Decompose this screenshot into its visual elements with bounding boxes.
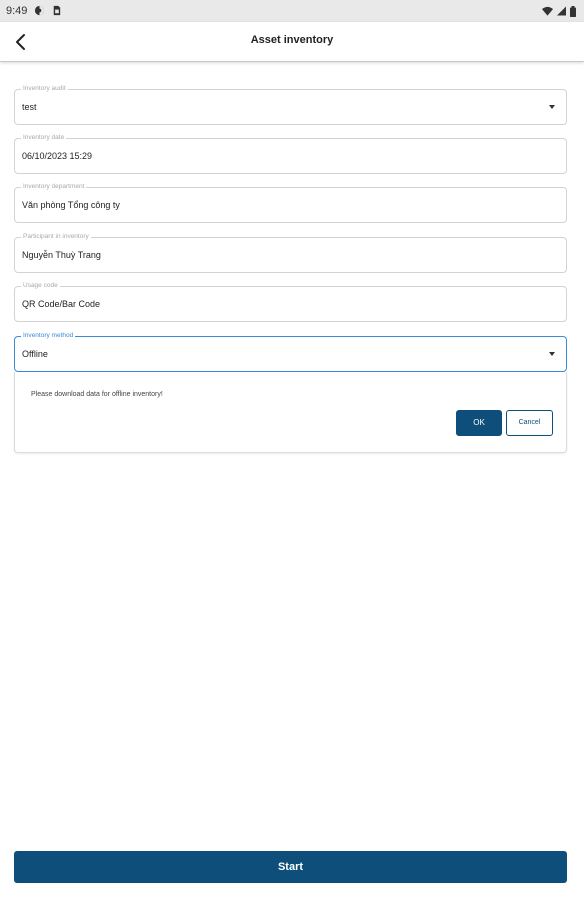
sim-card-icon [53, 5, 61, 16]
status-time: 9:49 [6, 5, 28, 17]
cancel-button[interactable]: Cancel [506, 410, 553, 436]
usage-code-value: QR Code/Bar Code [22, 299, 101, 309]
usage-code-field[interactable]: Usage code QR Code/Bar Code [14, 282, 567, 322]
app-bar: Asset inventory [0, 22, 584, 62]
status-bar: 9:49 [0, 0, 584, 22]
inventory-date-label: Inventory date [21, 134, 67, 142]
participant-field[interactable]: Participant in inventory Nguyễn Thuỳ Tra… [14, 233, 567, 273]
dropdown-caret-icon [549, 105, 555, 109]
dropdown-caret-icon [549, 352, 555, 356]
inventory-method-value: Offline [22, 349, 48, 359]
ok-button[interactable]: OK [456, 410, 502, 436]
inventory-method-select[interactable]: Inventory method Offline [14, 332, 567, 372]
inventory-audit-label: Inventory audit [21, 85, 68, 93]
participant-label: Participant in inventory [21, 233, 91, 241]
inventory-method-label: Inventory method [21, 332, 76, 340]
inventory-audit-value: test [22, 102, 37, 112]
inventory-audit-select[interactable]: Inventory audit test [14, 85, 567, 125]
usage-code-label: Usage code [21, 282, 60, 290]
battery-icon [570, 5, 576, 17]
inventory-department-label: Inventory department [21, 183, 87, 191]
participant-value: Nguyễn Thuỳ Trang [22, 250, 101, 260]
inventory-department-value: Văn phòng Tổng công ty [22, 200, 120, 210]
inventory-date-field[interactable]: Inventory date 06/10/2023 15:29 [14, 134, 567, 174]
offline-download-prompt: Please download data for offline invento… [14, 372, 567, 453]
inventory-date-value: 06/10/2023 15:29 [22, 151, 93, 161]
prompt-message: Please download data for offline invento… [31, 391, 163, 398]
start-button[interactable]: Start [14, 851, 567, 883]
status-right-icons [542, 5, 576, 17]
sync-status-icon [34, 5, 45, 16]
page-title: Asset inventory [250, 34, 334, 46]
signal-icon [557, 6, 566, 16]
wifi-icon [542, 6, 553, 16]
inventory-department-field[interactable]: Inventory department Văn phòng Tổng công… [14, 183, 567, 223]
